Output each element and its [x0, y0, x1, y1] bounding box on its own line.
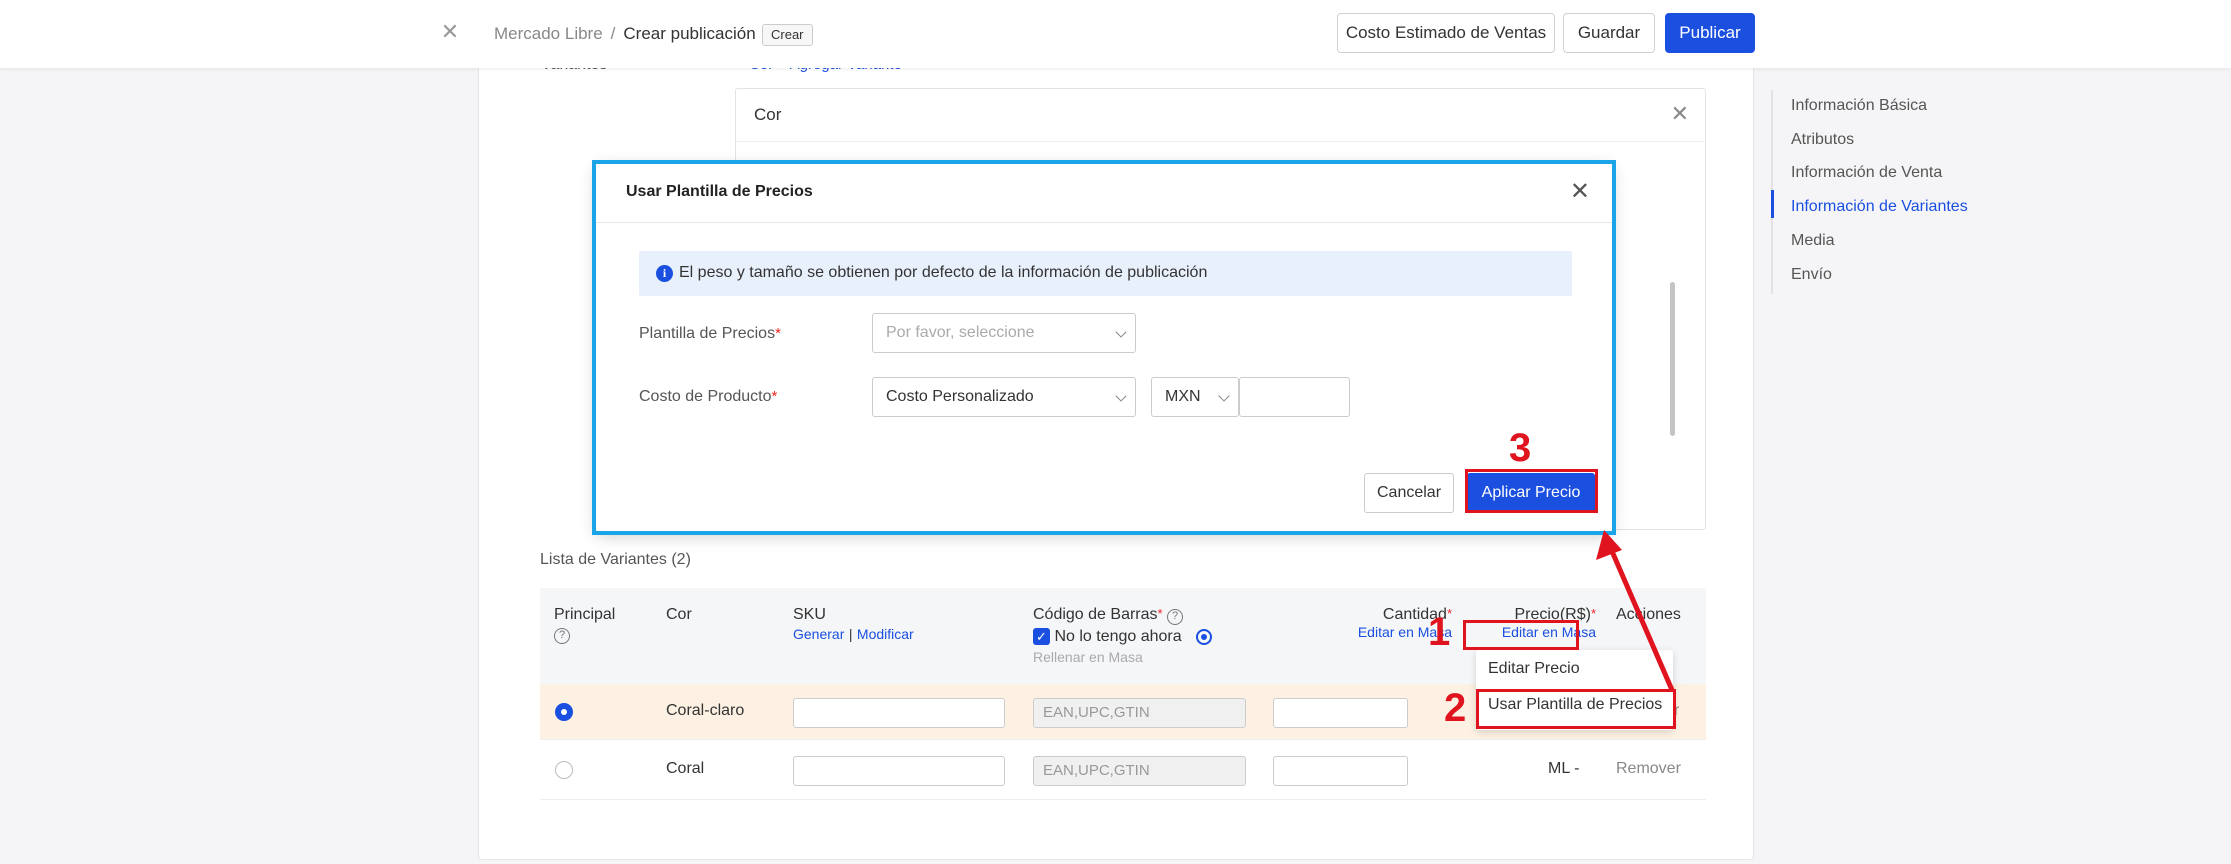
breadcrumb-current: Crear publicación	[623, 24, 756, 43]
divider	[596, 222, 1612, 223]
currency-value: MXN	[1165, 388, 1201, 405]
price-template-select[interactable]: Por favor, seleccione	[872, 313, 1136, 353]
currency-select[interactable]: MXN	[1151, 377, 1239, 417]
status-badge: Crear	[762, 24, 813, 46]
product-cost-value: Costo Personalizado	[886, 388, 1034, 405]
price-template-field-label: Plantilla de Precios*	[639, 325, 781, 343]
close-icon[interactable]: ✕	[1570, 177, 1590, 206]
estimated-cost-button[interactable]: Costo Estimado de Ventas	[1337, 13, 1555, 53]
apply-price-button[interactable]: Aplicar Precio	[1467, 473, 1595, 513]
product-cost-field-label: Costo de Producto*	[639, 388, 777, 406]
annotation-step-1: 1	[1428, 610, 1451, 654]
breadcrumb: Mercado Libre / Crear publicación	[494, 24, 756, 44]
info-banner: i El peso y tamaño se obtienen por defec…	[639, 251, 1572, 296]
price-template-modal: Usar Plantilla de Precios ✕ i El peso y …	[596, 163, 1612, 532]
price-template-label-text: Plantilla de Precios	[639, 325, 776, 342]
menu-item-edit-price[interactable]: Editar Precio	[1488, 660, 1580, 678]
cost-amount-input[interactable]	[1239, 377, 1350, 417]
price-template-placeholder: Por favor, seleccione	[886, 324, 1035, 341]
breadcrumb-separator: /	[610, 24, 616, 43]
modal-title: Usar Plantilla de Precios	[626, 183, 813, 200]
annotation-step-3: 3	[1509, 426, 1532, 470]
chevron-down-icon	[1218, 390, 1230, 402]
info-icon: i	[656, 265, 673, 282]
annotation-arrow	[1596, 530, 1675, 691]
product-cost-label-text: Costo de Producto	[639, 388, 772, 405]
cancel-button[interactable]: Cancelar	[1364, 473, 1454, 513]
chevron-down-icon	[1115, 326, 1127, 338]
info-text: El peso y tamaño se obtienen por defecto…	[679, 264, 1208, 281]
annotation-step-2: 2	[1444, 686, 1467, 730]
required-mark: *	[771, 388, 778, 405]
save-button[interactable]: Guardar	[1563, 13, 1655, 53]
required-mark: *	[775, 325, 781, 342]
top-header: ✕ Mercado Libre / Crear publicación Crear …	[0, 0, 2231, 68]
product-cost-select[interactable]: Costo Personalizado	[872, 377, 1136, 417]
chevron-down-icon	[1115, 390, 1127, 402]
close-icon[interactable]: ✕	[440, 20, 460, 44]
breadcrumb-root[interactable]: Mercado Libre	[494, 24, 603, 43]
publish-button[interactable]: Publicar	[1665, 13, 1755, 53]
